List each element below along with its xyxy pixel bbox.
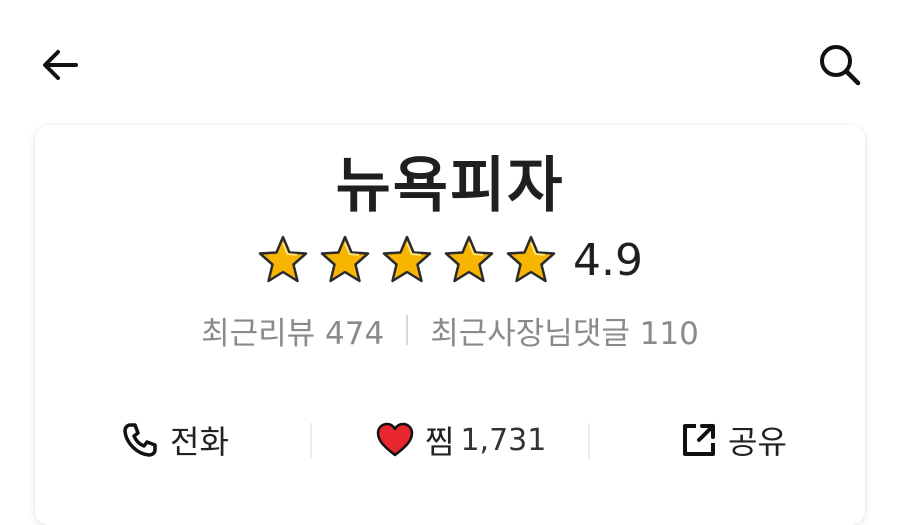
like-count: 1,731 [460,422,547,458]
share-icon [683,424,715,456]
star-icon [444,235,494,283]
heart-icon [376,422,414,457]
phone-icon [123,423,157,457]
search-icon [820,45,861,86]
action-divider [588,423,590,459]
back-button[interactable] [30,40,90,90]
arrow-left-icon [43,50,78,80]
recent-reviews-link[interactable]: 최근리뷰 474 [201,308,384,353]
like-label: 찜 [425,423,455,461]
star-icon [506,235,556,283]
recent-owner-replies-link[interactable]: 최근사장님댓글 110 [430,308,699,353]
star-icon [258,235,308,283]
store-info-card: 뉴욕피자 4.9 최근리뷰 474 최근사장님댓글 110 전화 찜 1,731 [35,125,865,525]
share-label: 공유 [728,423,787,461]
like-button[interactable]: 찜 1,731 [375,415,546,465]
call-button[interactable]: 전화 [120,415,229,465]
share-button[interactable]: 공유 [680,415,787,465]
rating-value: 4.9 [573,234,643,286]
meta-divider [406,315,409,345]
search-button[interactable] [810,40,870,90]
rating-row: 4.9 [35,230,865,290]
star-icon [382,235,432,283]
call-label: 전화 [170,423,229,461]
action-bar: 전화 찜 1,731 공유 [35,415,865,465]
action-divider [310,423,312,459]
review-stats: 최근리뷰 474 최근사장님댓글 110 [35,308,865,353]
top-bar [0,0,900,120]
star-icon [320,235,370,283]
store-name: 뉴욕피자 [335,151,565,221]
